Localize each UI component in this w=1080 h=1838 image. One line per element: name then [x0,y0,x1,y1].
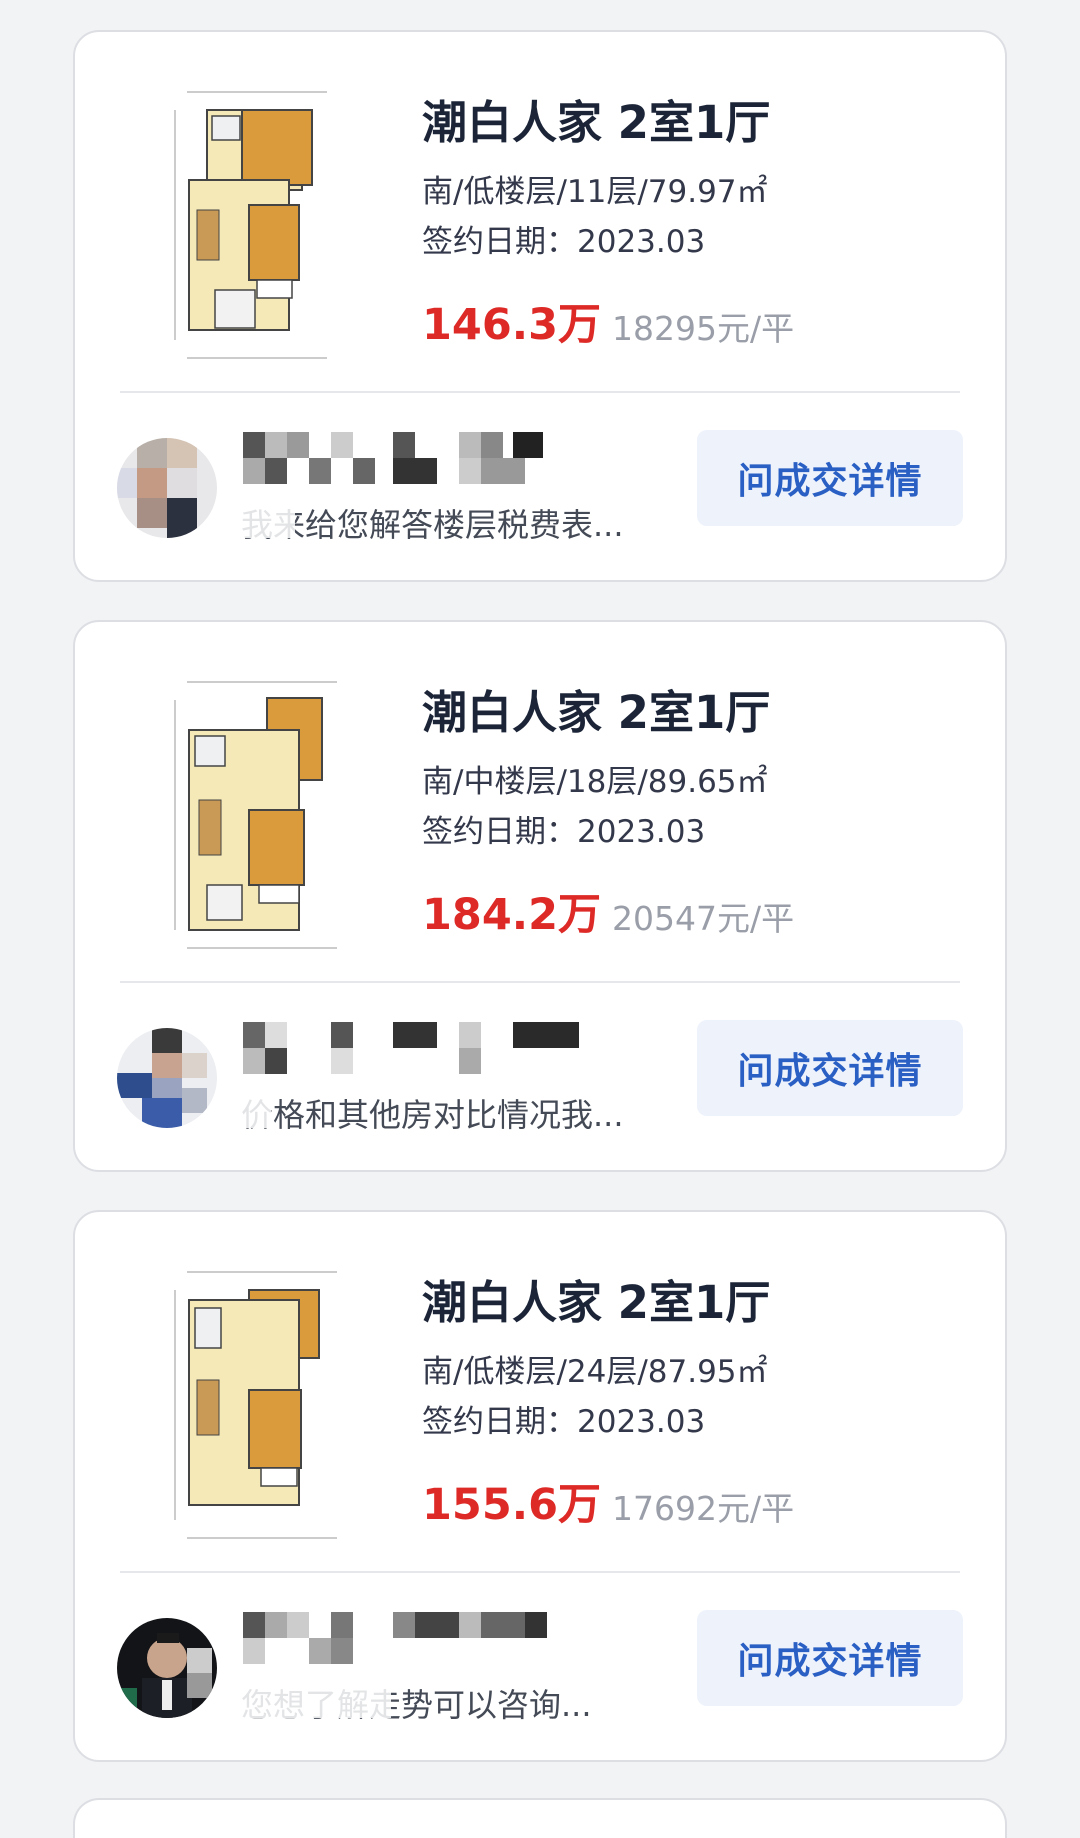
divider [120,981,960,983]
floor-plan-image [167,80,367,370]
listing-card[interactable]: 潮白人家 2室1厅 南/低楼层/11层/79.97㎡ 签约日期：2023.03 … [73,30,1007,582]
total-price: 184.2万 [422,890,602,940]
message-redaction [241,1080,271,1128]
listing-info: 南/中楼层/18层/89.65㎡ [422,764,768,800]
contract-date: 签约日期：2023.03 [422,1404,706,1440]
agent-avatar[interactable] [117,438,217,538]
divider [120,1571,960,1573]
agent-name-blurred [243,1022,593,1076]
agent-message: 价格和其他房对比情况我... [241,1096,624,1134]
listing-info: 南/低楼层/24层/87.95㎡ [422,1354,768,1390]
listing-title: 潮白人家 2室1厅 [422,686,771,739]
total-price: 146.3万 [422,300,602,350]
agent-message: 我来给您解答楼层税费表... [241,506,624,544]
ask-deal-details-button[interactable]: 问成交详情 [697,1610,963,1706]
unit-price: 18295元/平 [612,309,795,348]
contract-date: 签约日期：2023.03 [422,224,706,260]
listing-title: 潮白人家 2室1厅 [422,1276,771,1329]
unit-price: 20547元/平 [612,899,795,938]
listing-info: 南/低楼层/11层/79.97㎡ [422,174,768,210]
listing-title: 潮白人家 2室1厅 [422,96,771,149]
agent-name-blurred [243,1612,593,1666]
floor-plan-image [167,1260,367,1550]
contract-date: 签约日期：2023.03 [422,814,706,850]
ask-deal-details-button[interactable]: 问成交详情 [697,1020,963,1116]
agent-avatar[interactable] [117,1618,217,1718]
floor-plan-image [167,670,367,960]
unit-price: 17692元/平 [612,1489,795,1528]
agent-avatar[interactable] [117,1028,217,1128]
listing-card[interactable]: 潮白人家 2室1厅 南/低楼层/24层/87.95㎡ 签约日期：2023.03 … [73,1210,1007,1762]
total-price: 155.6万 [422,1480,602,1530]
message-redaction [241,1670,391,1718]
listing-card[interactable]: 潮白人家 2室1厅 南/中楼层/18层/89.65㎡ 签约日期：2023.03 … [73,620,1007,1172]
listing-card-partial[interactable] [73,1798,1007,1838]
ask-deal-details-button[interactable]: 问成交详情 [697,430,963,526]
message-redaction [241,490,295,538]
agent-name-blurred [243,432,593,486]
divider [120,391,960,393]
